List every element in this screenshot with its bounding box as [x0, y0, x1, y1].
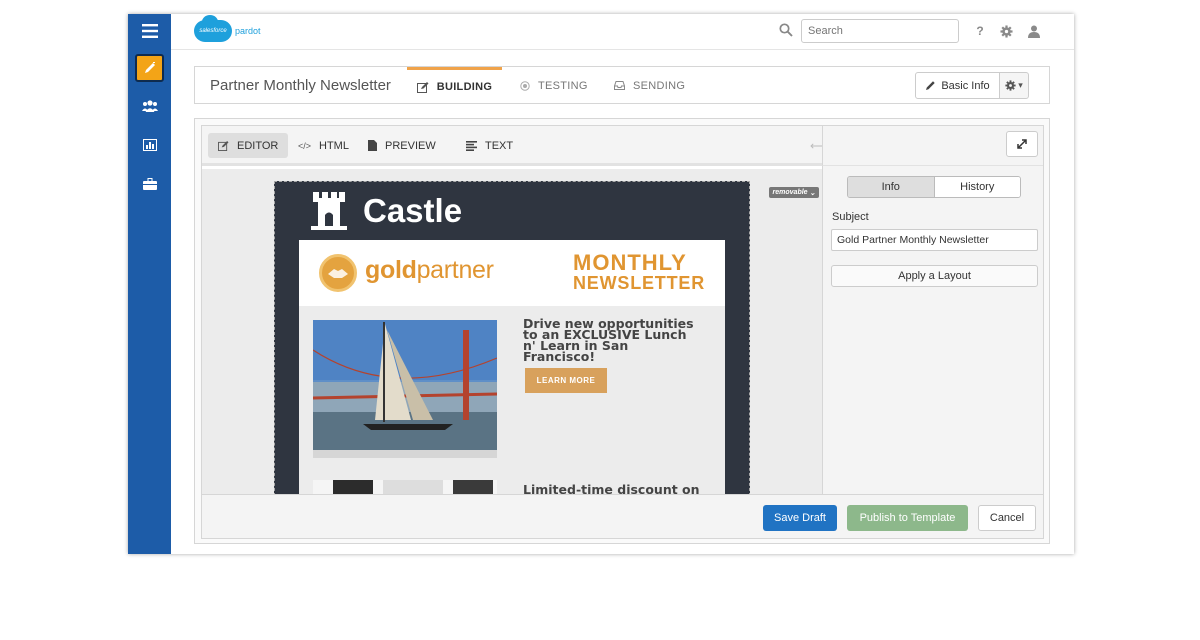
- edit-square-icon: [416, 81, 429, 93]
- caret-down-icon: ▾: [1018, 80, 1023, 90]
- pencil-icon: [926, 81, 936, 90]
- nav-prospects-button[interactable]: [135, 92, 164, 120]
- chevron-down-icon: ⌄: [809, 189, 816, 197]
- settings-gear-icon[interactable]: [999, 23, 1013, 39]
- step-testing[interactable]: TESTING: [520, 67, 588, 104]
- user-account-icon[interactable]: [1027, 23, 1041, 39]
- article-headline: Drive new opportunities to an EXCLUSIVE …: [523, 316, 694, 364]
- basic-info-label: Basic Info: [941, 79, 990, 92]
- tab-preview-label: PREVIEW: [385, 139, 436, 152]
- castle-icon: [311, 192, 347, 235]
- step-testing-label: TESTING: [538, 79, 588, 92]
- target-icon: [520, 80, 530, 91]
- logo-text: pardot: [235, 26, 261, 36]
- tab-text-label: TEXT: [485, 139, 514, 152]
- nav-admin-button[interactable]: [135, 170, 164, 198]
- apply-layout-button[interactable]: Apply a Layout: [831, 265, 1038, 287]
- editor-toolbar: EDITOR </> HTML PREVIEW TEXT ⟷: [202, 126, 827, 166]
- step-building-label: BUILDING: [436, 81, 493, 93]
- salesforce-cloud-logo: salesforce: [194, 15, 232, 42]
- email-title-bar: Partner Monthly Newsletter BUILDING TEST…: [194, 66, 1050, 104]
- tab-html[interactable]: </> HTML: [288, 133, 359, 158]
- email-body: goldpartner MONTHLY NEWSLETTER Drive new…: [299, 240, 725, 494]
- page-title: Partner Monthly Newsletter: [210, 77, 391, 94]
- document-icon: [368, 140, 377, 151]
- salesforce-pardot-logo[interactable]: salesforce pardot: [194, 15, 261, 43]
- editor-footer: Save Draft Publish to Template Cancel: [202, 494, 1043, 538]
- briefcase-icon: [142, 178, 157, 190]
- properties-panel: Info History Subject Apply a Layout: [822, 166, 1043, 494]
- save-draft-button[interactable]: Save Draft: [763, 505, 837, 531]
- subject-field[interactable]: [831, 229, 1038, 251]
- expand-button[interactable]: [1006, 131, 1038, 157]
- newsletter-header: goldpartner MONTHLY NEWSLETTER: [299, 240, 725, 306]
- tab-html-label: HTML: [319, 139, 349, 152]
- tab-text[interactable]: TEXT: [456, 133, 523, 158]
- logo-badge-text: salesforce: [199, 28, 227, 34]
- handshake-seal-icon: [319, 254, 357, 292]
- email-preview[interactable]: removable ⌄ Castle goldpartner MONTHLY N…: [274, 181, 819, 494]
- cancel-button[interactable]: Cancel: [978, 505, 1036, 531]
- publish-to-template-button[interactable]: Publish to Template: [847, 505, 968, 531]
- editor-container: EDITOR </> HTML PREVIEW TEXT ⟷ removable…: [194, 118, 1050, 544]
- code-icon: </>: [298, 140, 312, 151]
- logo-partner-word: partner: [416, 256, 494, 284]
- app-window: salesforce pardot ? Partner Monthly News…: [128, 14, 1074, 554]
- logo-gold-word: gold: [365, 256, 417, 284]
- editor-panel: EDITOR </> HTML PREVIEW TEXT ⟷ removable…: [201, 125, 1044, 539]
- search-icon: [779, 23, 793, 42]
- tab-info[interactable]: Info: [848, 177, 935, 197]
- tab-editor-label: EDITOR: [237, 139, 279, 152]
- tab-preview[interactable]: PREVIEW: [358, 133, 446, 158]
- left-nav-rail: [128, 14, 171, 554]
- newsletter-title-line2: NEWSLETTER: [573, 273, 705, 293]
- text-align-icon: [466, 140, 477, 151]
- learn-more-button[interactable]: LEARN MORE: [525, 368, 607, 393]
- removable-badge-label: removable: [772, 189, 808, 196]
- edit-icon: [144, 62, 155, 73]
- step-sending[interactable]: SENDING: [614, 67, 685, 104]
- brand-name: Castle: [363, 192, 463, 229]
- goldpartner-logo: goldpartner: [365, 256, 494, 285]
- tab-editor[interactable]: EDITOR: [208, 133, 289, 158]
- menu-icon: [141, 24, 158, 38]
- properties-header: [822, 126, 1043, 166]
- expand-icon: [1017, 139, 1027, 149]
- subject-label: Subject: [832, 211, 869, 223]
- top-header: salesforce pardot ?: [171, 14, 1074, 50]
- help-icon[interactable]: ?: [973, 23, 987, 39]
- info-history-toggle: Info History: [847, 176, 1021, 198]
- tab-history[interactable]: History: [934, 177, 1020, 197]
- second-article-image: [313, 480, 497, 494]
- step-sending-label: SENDING: [633, 79, 686, 92]
- basic-info-button[interactable]: Basic Info: [915, 72, 1000, 99]
- removable-badge[interactable]: removable ⌄: [769, 187, 819, 198]
- nav-reports-button[interactable]: [135, 131, 164, 159]
- gear-dropdown-button[interactable]: ▾: [999, 72, 1029, 99]
- gear-icon: [1005, 80, 1016, 91]
- step-building[interactable]: BUILDING: [407, 67, 502, 104]
- chart-icon: [142, 139, 157, 151]
- users-icon: [141, 100, 158, 112]
- menu-button[interactable]: [135, 17, 164, 45]
- email-canvas[interactable]: removable ⌄ Castle goldpartner MONTHLY N…: [202, 169, 822, 494]
- second-article-headline: Limited-time discount on: [523, 482, 700, 494]
- edit-square-icon: [218, 140, 229, 151]
- sailboat-image: [312, 320, 498, 458]
- search-input[interactable]: [801, 19, 959, 43]
- nav-marketing-button[interactable]: [135, 54, 164, 82]
- inbox-icon: [614, 81, 625, 90]
